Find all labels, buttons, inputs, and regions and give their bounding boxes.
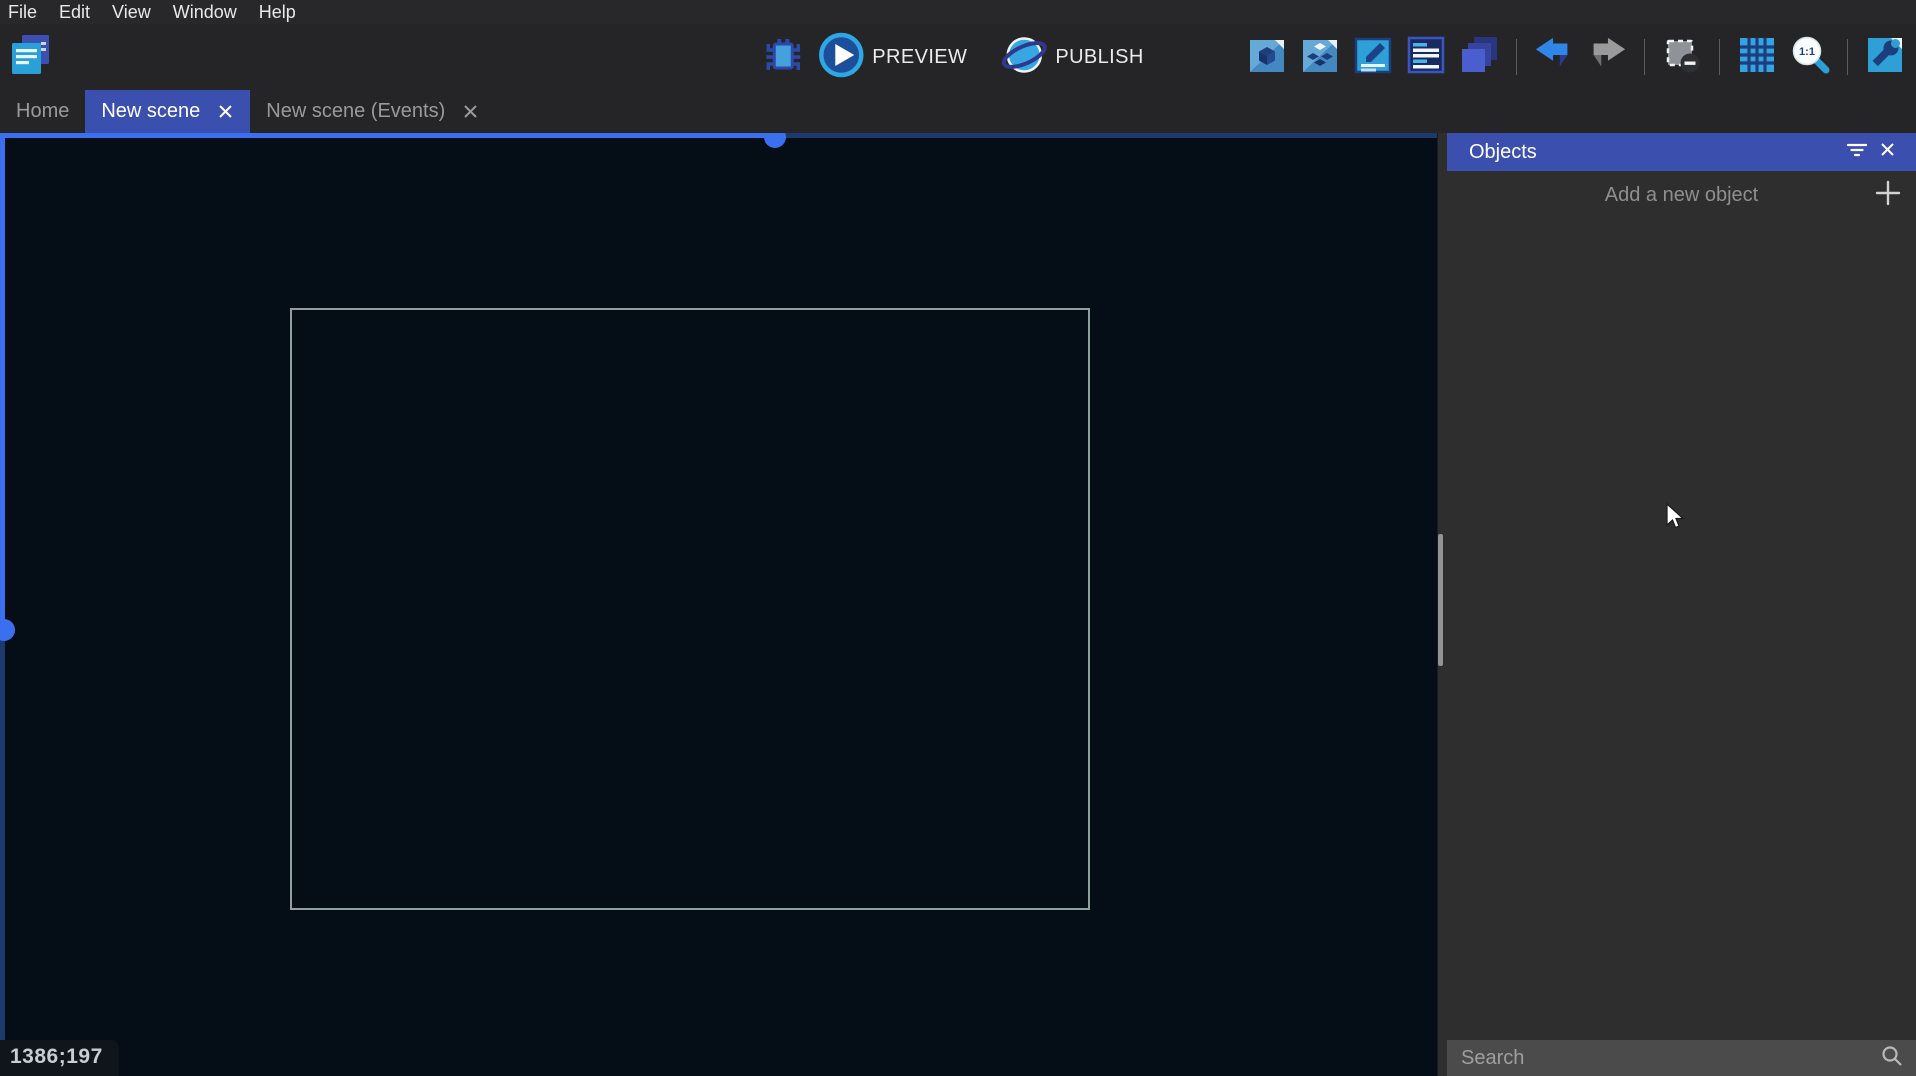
add-object-label: Add a new object: [1447, 184, 1916, 207]
toolbar-divider: [1719, 39, 1720, 75]
scene-settings-button[interactable]: [1864, 36, 1906, 78]
mask-toggle-icon: [1661, 34, 1703, 81]
project-manager-icon: [7, 32, 53, 83]
tab-home[interactable]: Home: [0, 90, 85, 133]
plus-icon: [1875, 180, 1901, 211]
toolbar-divider: [1516, 39, 1517, 75]
mask-toggle-button[interactable]: [1661, 36, 1703, 78]
undo-button[interactable]: [1533, 36, 1575, 78]
tab-label: Home: [16, 100, 69, 123]
scene-settings-icon: [1864, 34, 1906, 81]
scene-canvas[interactable]: 1386;197: [0, 133, 1437, 1076]
instances-list-button[interactable]: [1405, 36, 1447, 78]
tab-new-scene-events[interactable]: New scene (Events): [250, 90, 495, 133]
undo-icon: [1533, 35, 1575, 80]
menu-window[interactable]: Window: [162, 0, 248, 24]
panel-scrollbar[interactable]: [1438, 133, 1447, 1076]
object-groups-button[interactable]: [1299, 36, 1341, 78]
tab-close-icon[interactable]: [216, 103, 234, 121]
tab-label: New scene: [101, 100, 200, 123]
grid-icon: [1736, 34, 1778, 81]
scene-window-border: [290, 308, 1090, 910]
toolbar-divider: [1644, 39, 1645, 75]
publish-label[interactable]: PUBLISH: [1055, 46, 1143, 69]
debugger-icon: [761, 33, 805, 82]
tab-new-scene[interactable]: New scene: [85, 90, 250, 133]
menu-edit[interactable]: Edit: [48, 0, 101, 24]
preview-label[interactable]: PREVIEW: [872, 46, 967, 69]
preview-play-icon: [817, 31, 865, 84]
zoom-1-1-icon: 1:1: [1787, 32, 1833, 83]
properties-button[interactable]: [1352, 36, 1394, 78]
tab-label: New scene (Events): [266, 100, 445, 123]
horizontal-scrollbar-track[interactable]: [775, 133, 1437, 138]
redo-button[interactable]: [1586, 36, 1628, 78]
toolbar-divider: [1847, 39, 1848, 75]
main-toolbar: PREVIEW PUBLISH: [0, 24, 1916, 90]
editor-tab-bar: Home New scene New scene (Events): [0, 90, 1916, 133]
objects-editor-button[interactable]: [1246, 36, 1288, 78]
horizontal-scrollbar[interactable]: [0, 133, 775, 138]
filter-icon: [1847, 142, 1867, 163]
preview-button[interactable]: [820, 36, 862, 78]
grid-button[interactable]: [1736, 36, 1778, 78]
close-icon: [1880, 142, 1895, 162]
zoom-1-1-button[interactable]: 1:1: [1789, 36, 1831, 78]
properties-icon: [1352, 34, 1394, 81]
objects-panel-header: Objects: [1447, 133, 1916, 171]
search-icon: [1880, 1044, 1904, 1073]
object-search-input[interactable]: [1459, 1046, 1880, 1071]
add-object-button[interactable]: [1872, 179, 1904, 211]
object-search-bar: [1447, 1040, 1916, 1076]
layers-button[interactable]: [1458, 36, 1500, 78]
objects-editor-icon: [1246, 34, 1288, 81]
menu-file[interactable]: File: [0, 0, 48, 24]
objects-panel-title: Objects: [1469, 141, 1842, 164]
tab-close-icon[interactable]: [461, 103, 479, 121]
objects-panel: Objects Add a new object: [1447, 133, 1916, 1076]
filter-button[interactable]: [1842, 137, 1872, 167]
vertical-scrollbar-thumb[interactable]: [0, 619, 15, 641]
publish-button[interactable]: [1003, 36, 1045, 78]
menu-help[interactable]: Help: [248, 0, 307, 24]
panel-scrollbar-thumb[interactable]: [1438, 534, 1443, 666]
vertical-scrollbar[interactable]: [0, 133, 5, 625]
publish-globe-icon: [1000, 31, 1048, 84]
workspace: 1386;197 Objects Add a new object: [0, 133, 1916, 1076]
menu-view[interactable]: View: [101, 0, 162, 24]
redo-icon: [1586, 35, 1628, 80]
pointer-coordinates: 1386;197: [0, 1040, 119, 1076]
horizontal-scrollbar-thumb[interactable]: [764, 133, 786, 148]
svg-text:1:1: 1:1: [1799, 46, 1815, 58]
close-panel-button[interactable]: [1872, 137, 1902, 167]
object-groups-icon: [1299, 34, 1341, 81]
menu-bar: File Edit View Window Help: [0, 0, 1916, 24]
vertical-scrollbar-track[interactable]: [0, 625, 5, 1076]
project-manager-button[interactable]: [7, 34, 53, 80]
debugger-button[interactable]: [762, 36, 804, 78]
add-object-row[interactable]: Add a new object: [1447, 171, 1916, 219]
instances-list-icon: [1405, 34, 1447, 81]
layers-icon: [1458, 34, 1500, 81]
